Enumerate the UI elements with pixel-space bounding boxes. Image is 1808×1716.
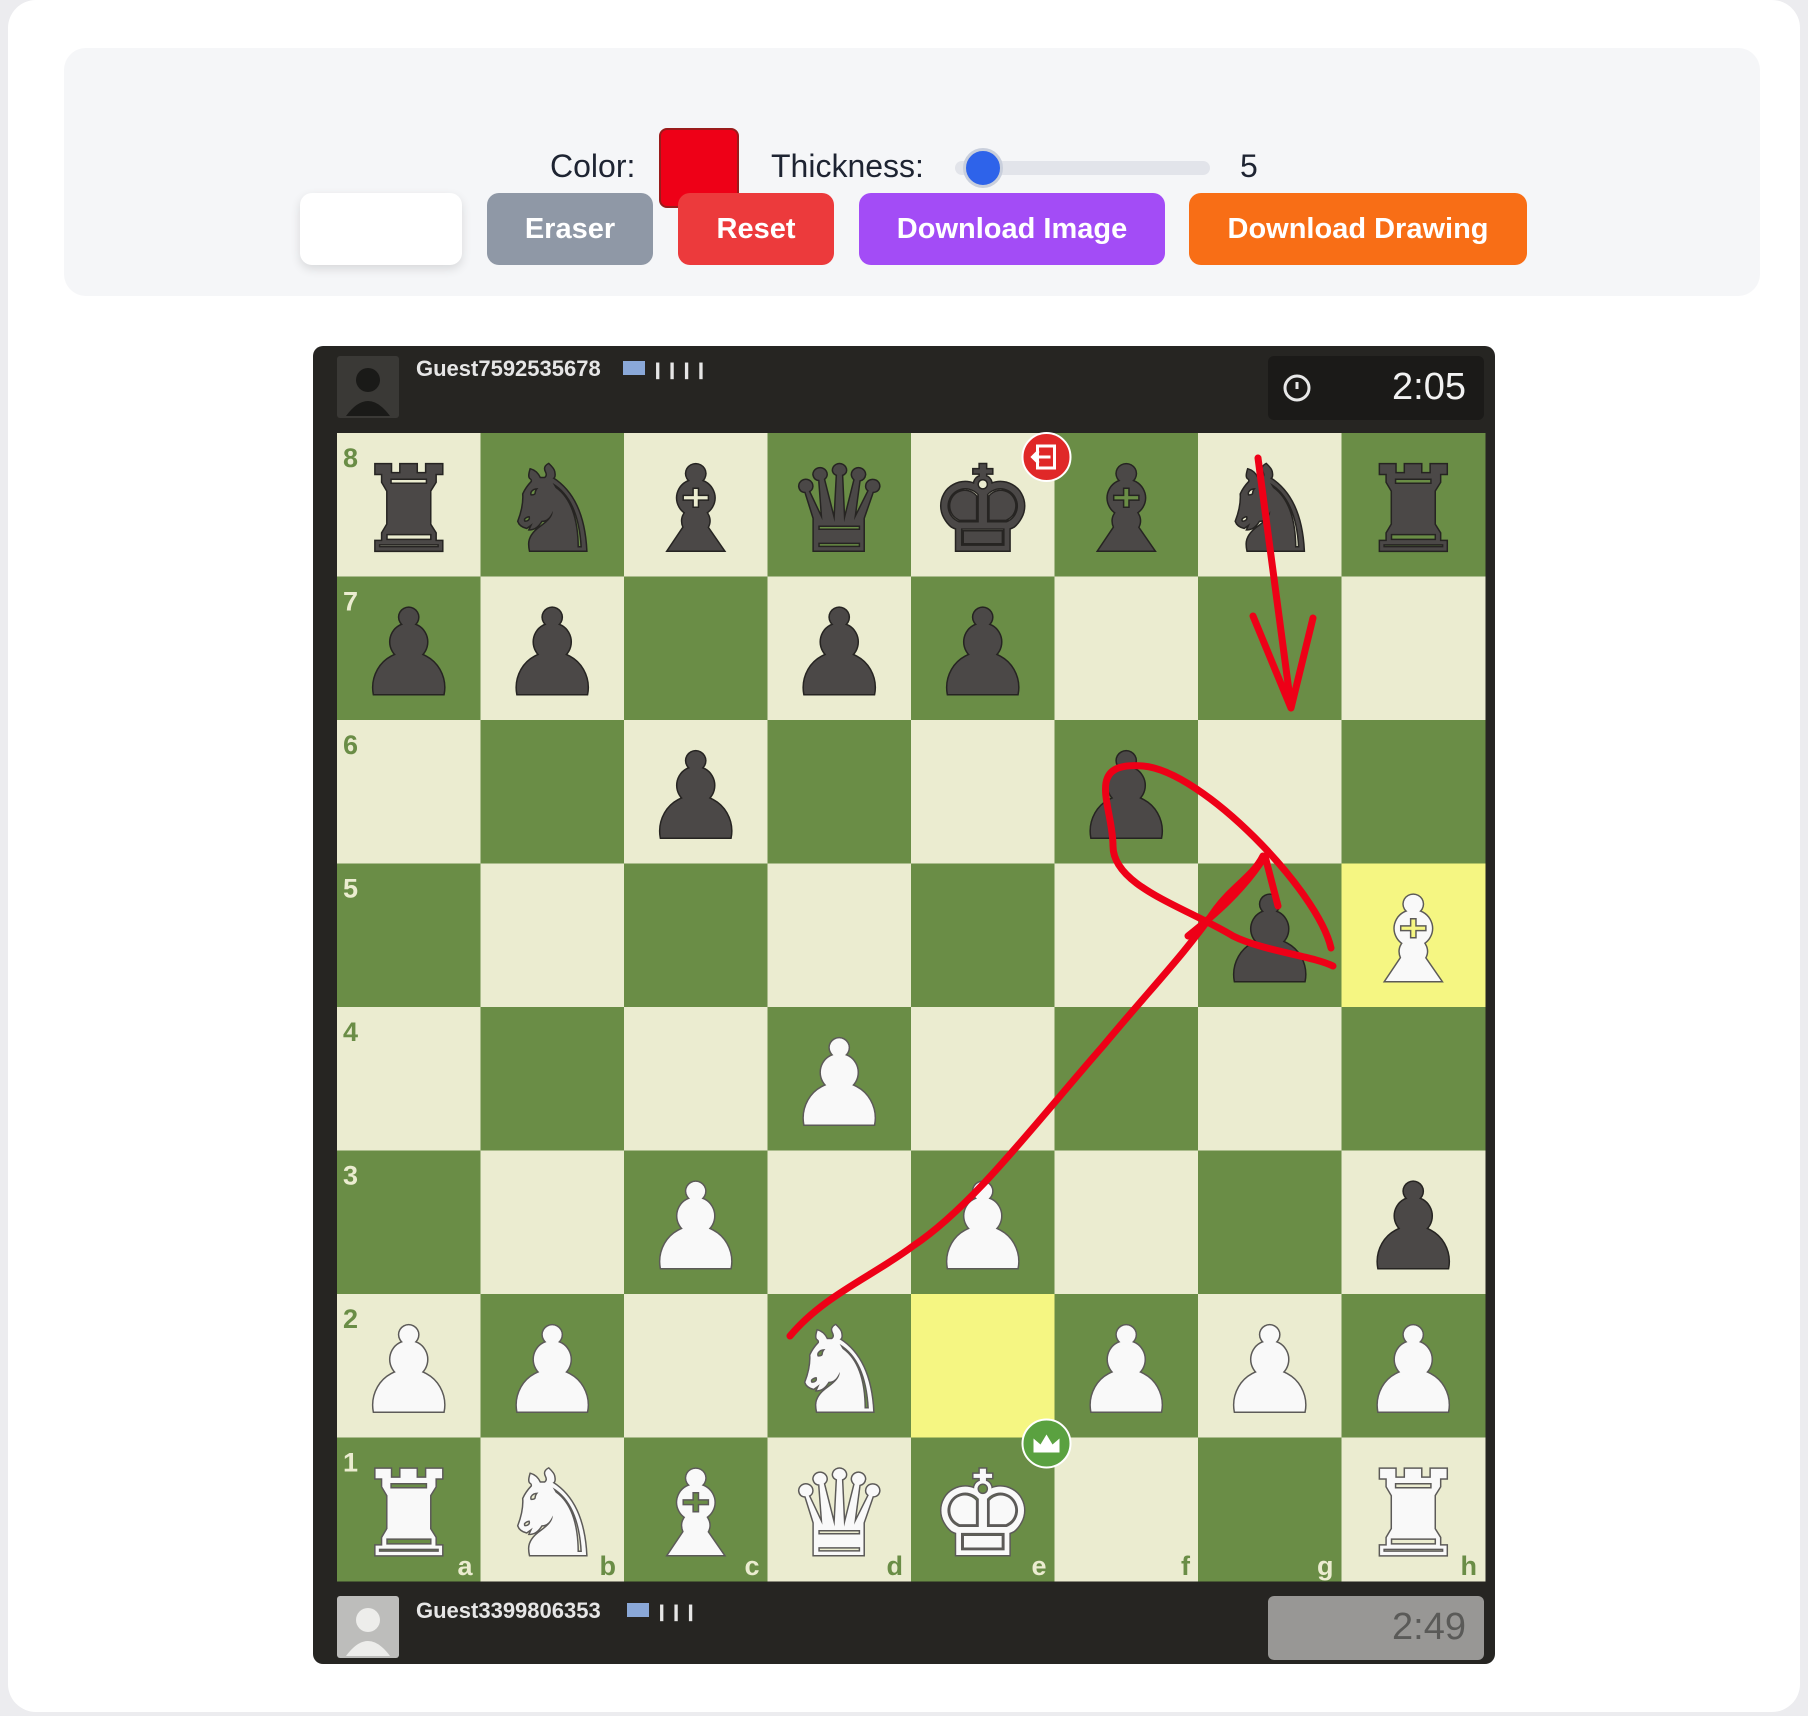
black-bishop-icon[interactable]: ♝ — [641, 439, 750, 580]
black-pawn-icon[interactable]: ♟ — [1072, 726, 1181, 867]
square-h7[interactable] — [1341, 576, 1486, 721]
square-b6[interactable] — [480, 720, 625, 864]
white-pawn-icon[interactable]: ♟ — [498, 1300, 607, 1441]
square-c4[interactable] — [624, 1007, 768, 1151]
thickness-label: Thickness: — [771, 148, 924, 184]
bottom-player-name: Guest3399806353 — [416, 1598, 601, 1623]
white-pawn-icon[interactable]: ♟ — [354, 1300, 463, 1441]
file-label: g — [1317, 1551, 1334, 1581]
square-g3[interactable] — [1198, 1150, 1342, 1295]
square-f3[interactable] — [1054, 1150, 1199, 1295]
drawing-toolbar: Color: Thickness: 5 Pencil Eraser Reset … — [64, 48, 1760, 296]
black-knight-icon[interactable]: ♞ — [498, 439, 607, 580]
white-pawn-icon[interactable]: ♟ — [1215, 1300, 1324, 1441]
pencil-button[interactable]: Pencil — [300, 193, 462, 265]
resign-badge-icon — [1021, 432, 1072, 482]
white-rook-icon[interactable]: ♜ — [1359, 1444, 1468, 1585]
black-pawn-icon[interactable]: ♟ — [928, 583, 1037, 724]
square-e5[interactable] — [911, 863, 1055, 1008]
black-pawn-icon[interactable]: ♟ — [354, 583, 463, 724]
white-queen-icon[interactable]: ♛ — [785, 1444, 894, 1585]
rank-label: 6 — [343, 730, 358, 760]
eraser-button[interactable]: Eraser — [487, 193, 653, 265]
square-a4[interactable] — [337, 1007, 481, 1151]
black-rook-icon[interactable]: ♜ — [1359, 439, 1468, 580]
download-image-button[interactable]: Download Image — [859, 193, 1165, 265]
square-d6[interactable] — [767, 720, 912, 864]
connection-bars-icon: ❙❙❙ — [655, 1604, 699, 1621]
reset-button[interactable]: Reset — [678, 193, 834, 265]
black-pawn-icon[interactable]: ♟ — [641, 726, 750, 867]
square-f5[interactable] — [1054, 863, 1199, 1008]
color-label: Color: — [550, 148, 636, 184]
square-h4[interactable] — [1341, 1007, 1486, 1151]
square-b3[interactable] — [480, 1150, 625, 1295]
square-e2[interactable] — [911, 1294, 1055, 1438]
black-king-icon[interactable]: ♚ — [928, 439, 1037, 580]
square-b4[interactable] — [480, 1007, 625, 1151]
chess-board[interactable]: 87654321a b c d e f g h♜ ♞ ♝ ♛ ♚ ♝ ♞ ♜♟ ♟ ♟ ♟♟ ♟♟♟♝♟♟ ♟♟ ♟ ♞ ♟… — [313, 346, 1495, 1664]
black-rook-icon[interactable]: ♜ — [354, 439, 463, 580]
white-bishop-icon[interactable]: ♝ — [1359, 870, 1468, 1011]
white-rook-icon[interactable]: ♜ — [354, 1444, 463, 1585]
winner-crown-badge-icon — [1021, 1418, 1072, 1469]
square-f1[interactable] — [1054, 1437, 1199, 1582]
square-a6[interactable] — [337, 720, 481, 864]
white-pawn-icon[interactable]: ♟ — [785, 1013, 894, 1154]
square-d3[interactable] — [767, 1150, 912, 1295]
file-label: f — [1181, 1551, 1191, 1581]
bottom-player-avatar — [337, 1596, 399, 1658]
square-f7[interactable] — [1054, 576, 1199, 721]
black-bishop-icon[interactable]: ♝ — [1072, 439, 1181, 580]
square-e6[interactable] — [911, 720, 1055, 864]
black-pawn-icon[interactable]: ♟ — [1359, 1157, 1468, 1298]
black-pawn-icon[interactable]: ♟ — [498, 583, 607, 724]
square-a3[interactable] — [337, 1150, 481, 1295]
square-h6[interactable] — [1341, 720, 1486, 864]
chess-game-screenshot: Guest7592535678 ❙❙❙❙ 2:05 87654321abcdef… — [313, 346, 1495, 1664]
white-pawn-icon[interactable]: ♟ — [1072, 1300, 1181, 1441]
white-knight-icon[interactable]: ♞ — [498, 1444, 607, 1585]
white-king-icon[interactable]: ♚ — [928, 1444, 1037, 1585]
black-pawn-icon[interactable]: ♟ — [785, 583, 894, 724]
square-b5[interactable] — [480, 863, 625, 1008]
white-pawn-icon[interactable]: ♟ — [641, 1157, 750, 1298]
square-g4[interactable] — [1198, 1007, 1342, 1151]
thickness-slider-handle[interactable] — [962, 148, 1003, 188]
square-c5[interactable] — [624, 863, 768, 1008]
square-c7[interactable] — [624, 576, 768, 721]
flag-icon — [627, 1603, 649, 1617]
square-a5[interactable] — [337, 863, 481, 1008]
bottom-player-clock: 2:49 — [1268, 1596, 1484, 1660]
white-pawn-icon[interactable]: ♟ — [928, 1157, 1037, 1298]
thickness-value: 5 — [1240, 148, 1258, 184]
rank-label: 5 — [343, 874, 358, 904]
square-d5[interactable] — [767, 863, 912, 1008]
black-queen-icon[interactable]: ♛ — [785, 439, 894, 580]
white-pawn-icon[interactable]: ♟ — [1359, 1300, 1468, 1441]
rank-label: 3 — [343, 1161, 358, 1191]
square-g6[interactable] — [1198, 720, 1342, 864]
download-drawing-button[interactable]: Download Drawing — [1189, 193, 1527, 265]
rank-label: 4 — [343, 1017, 358, 1047]
square-c2[interactable] — [624, 1294, 768, 1438]
white-bishop-icon[interactable]: ♝ — [641, 1444, 750, 1585]
bottom-clock-time: 2:49 — [1392, 1606, 1466, 1648]
